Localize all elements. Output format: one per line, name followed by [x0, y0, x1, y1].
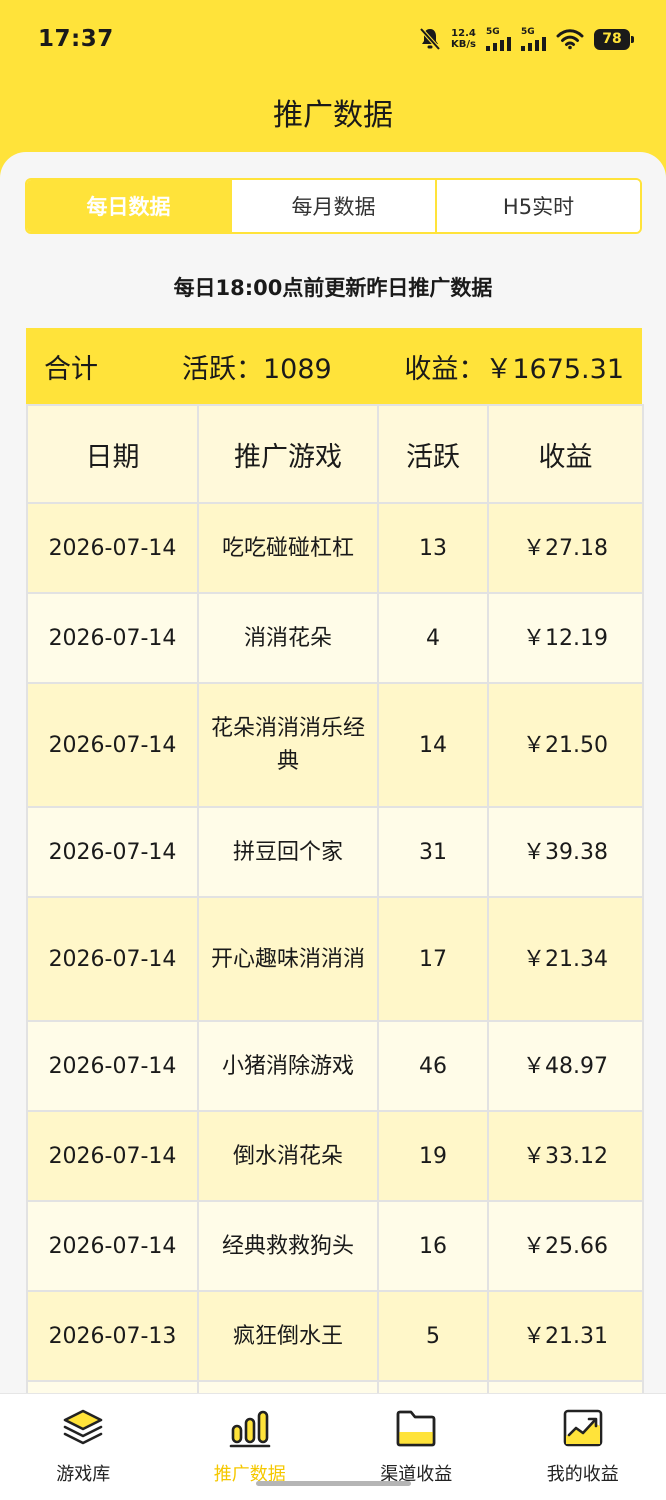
cell-game: 花朵消消消乐经典	[197, 682, 379, 808]
content-sheet: 每日数据 每月数据 H5实时 每日18:00点前更新昨日推广数据 合计 活跃：1…	[0, 152, 666, 1412]
status-time: 17:37	[38, 26, 114, 52]
net-speed: 12.4 KB/s	[451, 28, 476, 50]
nav-label: 我的收益	[546, 1464, 619, 1485]
cell-date: 2026-07-14	[26, 806, 199, 898]
cell-income: ￥39.38	[487, 806, 644, 898]
cell-date: 2026-07-14	[26, 1110, 199, 1202]
status-icons: 12.4 KB/s 5G 5G 78	[419, 27, 634, 51]
cell-active: 14	[377, 682, 489, 808]
home-indicator[interactable]	[256, 1481, 411, 1486]
nav-game-library[interactable]: 游戏库	[0, 1394, 167, 1500]
table-header-row: 日期 推广游戏 活跃 收益	[26, 404, 644, 504]
cell-active: 17	[377, 896, 489, 1022]
cell-income: ￥21.31	[487, 1290, 644, 1382]
header-game: 推广游戏	[197, 404, 379, 504]
cell-date: 2026-07-14	[26, 592, 199, 684]
summary-bar: 合计 活跃：1089 收益：￥1675.31	[26, 328, 642, 404]
tab-bar: 每日数据 每月数据 H5实时	[25, 178, 642, 234]
tab-daily[interactable]: 每日数据	[27, 180, 230, 232]
data-table: 日期 推广游戏 活跃 收益 2026-07-14 吃吃碰碰杠杠 13 ￥27.1…	[26, 404, 644, 1412]
cell-game: 拼豆回个家	[197, 806, 379, 898]
cell-game: 开心趣味消消消	[197, 896, 379, 1022]
cell-date: 2026-07-14	[26, 1020, 199, 1112]
table-row[interactable]: 2026-07-14 吃吃碰碰杠杠 13 ￥27.18	[26, 502, 644, 594]
summary-total-label: 合计	[44, 353, 98, 385]
table-row[interactable]: 2026-07-14 开心趣味消消消 17 ￥21.34	[26, 896, 644, 1022]
cell-active: 5	[377, 1290, 489, 1382]
cell-income: ￥12.19	[487, 592, 644, 684]
summary-income: 收益：￥1675.31	[404, 353, 624, 385]
table-row[interactable]: 2026-07-13 疯狂倒水王 5 ￥21.31	[26, 1290, 644, 1382]
cell-date: 2026-07-14	[26, 1200, 199, 1292]
table-row[interactable]: 2026-07-14 花朵消消消乐经典 14 ￥21.50	[26, 682, 644, 808]
cell-income: ￥21.50	[487, 682, 644, 808]
header-date: 日期	[26, 404, 199, 504]
signal-sim2: 5G	[521, 27, 546, 51]
signal-sim1: 5G	[486, 27, 511, 51]
status-bar: 17:37 12.4 KB/s 5G 5G 78	[0, 0, 666, 78]
layers-icon	[59, 1406, 107, 1450]
cell-active: 46	[377, 1020, 489, 1112]
trend-chart-icon	[559, 1406, 607, 1450]
cell-game: 经典救救狗头	[197, 1200, 379, 1292]
mute-bell-icon	[419, 27, 441, 51]
cell-active: 16	[377, 1200, 489, 1292]
table-row[interactable]: 2026-07-14 小猪消除游戏 46 ￥48.97	[26, 1020, 644, 1112]
table-row[interactable]: 2026-07-14 经典救救狗头 16 ￥25.66	[26, 1200, 644, 1292]
summary-active: 活跃：1089	[182, 353, 332, 385]
signal-bars-icon	[486, 37, 511, 51]
signal-bars-icon	[521, 37, 546, 51]
cell-game: 倒水消花朵	[197, 1110, 379, 1202]
cell-game: 消消花朵	[197, 592, 379, 684]
table-row[interactable]: 2026-07-14 倒水消花朵 19 ￥33.12	[26, 1110, 644, 1202]
cell-game: 吃吃碰碰杠杠	[197, 502, 379, 594]
cell-date: 2026-07-13	[26, 1290, 199, 1382]
cell-active: 31	[377, 806, 489, 898]
nav-my-income[interactable]: 我的收益	[500, 1394, 666, 1500]
cell-active: 13	[377, 502, 489, 594]
battery-icon: 78	[594, 28, 634, 50]
cell-date: 2026-07-14	[26, 896, 199, 1022]
cell-game: 疯狂倒水王	[197, 1290, 379, 1382]
folder-icon	[392, 1406, 440, 1450]
header-income: 收益	[487, 404, 644, 504]
cell-income: ￥33.12	[487, 1110, 644, 1202]
cell-active: 4	[377, 592, 489, 684]
cell-date: 2026-07-14	[26, 682, 199, 808]
bar-chart-icon	[226, 1406, 274, 1450]
cell-income: ￥48.97	[487, 1020, 644, 1112]
update-notice: 每日18:00点前更新昨日推广数据	[173, 276, 493, 300]
cell-active: 19	[377, 1110, 489, 1202]
cell-income: ￥27.18	[487, 502, 644, 594]
table-row[interactable]: 2026-07-14 拼豆回个家 31 ￥39.38	[26, 806, 644, 898]
cell-date: 2026-07-14	[26, 502, 199, 594]
nav-label: 游戏库	[56, 1464, 111, 1485]
tab-h5-realtime[interactable]: H5实时	[435, 180, 640, 232]
cell-income: ￥21.34	[487, 896, 644, 1022]
tab-monthly[interactable]: 每月数据	[230, 180, 435, 232]
page-title: 推广数据	[273, 98, 393, 133]
table-row[interactable]: 2026-07-14 消消花朵 4 ￥12.19	[26, 592, 644, 684]
wifi-icon	[556, 29, 584, 50]
cell-income: ￥25.66	[487, 1200, 644, 1292]
cell-game: 小猪消除游戏	[197, 1020, 379, 1112]
header-active: 活跃	[377, 404, 489, 504]
